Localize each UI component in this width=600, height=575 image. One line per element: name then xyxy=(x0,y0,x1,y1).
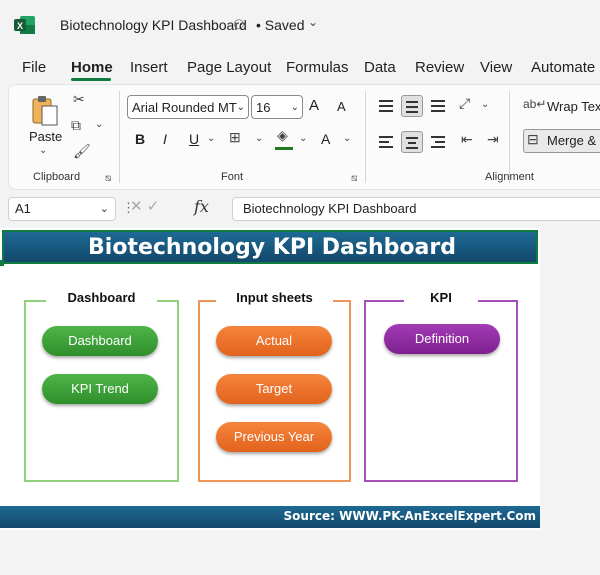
name-box[interactable]: A1 ⌄ xyxy=(8,197,116,221)
chevron-down-icon[interactable]: ⌄ xyxy=(299,133,307,144)
chevron-down-icon[interactable]: ⌄ xyxy=(308,15,318,29)
increase-indent-icon[interactable]: ⇥ xyxy=(487,131,499,148)
chevron-down-icon[interactable]: ⌄ xyxy=(207,133,215,144)
divider xyxy=(119,91,120,183)
fill-color-icon[interactable]: ◈ xyxy=(277,127,288,144)
chevron-down-icon: ⌄ xyxy=(99,203,109,215)
chevron-down-icon[interactable]: ⌄ xyxy=(255,133,263,144)
definition-button[interactable]: Definition xyxy=(384,324,500,354)
fill-color-swatch xyxy=(275,147,293,150)
font-size-value: 16 xyxy=(256,100,271,115)
italic-button[interactable]: I xyxy=(163,131,167,147)
fill-handle[interactable] xyxy=(0,260,4,266)
tab-review[interactable]: Review xyxy=(415,59,464,76)
wrap-text-button[interactable]: Wrap Tex xyxy=(547,99,600,114)
dashboard-title: Biotechnology KPI Dashboard xyxy=(88,235,456,260)
bold-button[interactable]: B xyxy=(135,131,145,147)
panel-input-sheets: Input sheets Actual Target Previous Year xyxy=(198,290,351,482)
increase-font-size-button[interactable]: A xyxy=(309,97,319,114)
underline-button[interactable]: U xyxy=(189,131,199,147)
chevron-down-icon[interactable]: ⌄ xyxy=(343,133,351,144)
merge-center-label: Merge & xyxy=(547,133,597,148)
chevron-down-icon[interactable]: ⌄ xyxy=(95,119,103,130)
tab-formulas[interactable]: Formulas xyxy=(286,59,349,76)
panel-kpi: KPI Definition xyxy=(364,290,518,482)
align-bottom-button[interactable] xyxy=(427,95,449,117)
alignment-group-label: Alignment xyxy=(485,171,534,183)
active-tab-indicator xyxy=(71,78,111,81)
panel-dashboard: Dashboard Dashboard KPI Trend xyxy=(24,290,179,482)
name-box-value: A1 xyxy=(15,201,31,216)
decrease-indent-icon[interactable]: ⇤ xyxy=(461,131,473,148)
chevron-down-icon[interactable]: ⌄ xyxy=(481,99,489,110)
tab-data[interactable]: Data xyxy=(364,59,396,76)
worksheet[interactable]: Biotechnology KPI Dashboard Dashboard Da… xyxy=(0,228,540,530)
chevron-down-icon: ⌄ xyxy=(236,102,245,113)
font-name-value: Arial Rounded MT xyxy=(132,100,237,115)
tab-file[interactable]: File xyxy=(22,59,46,76)
tab-home[interactable]: Home xyxy=(71,59,113,76)
borders-icon[interactable]: ⊞ xyxy=(229,129,241,146)
align-left-button[interactable] xyxy=(375,131,397,153)
source-footer: Source: WWW.PK-AnExcelExpert.Com xyxy=(0,506,540,528)
dialog-launcher-icon[interactable]: ⧅ xyxy=(105,173,111,184)
excel-icon[interactable]: X xyxy=(14,15,36,35)
decrease-font-size-button[interactable]: A xyxy=(337,99,346,114)
align-middle-button[interactable] xyxy=(401,95,423,117)
tab-view[interactable]: View xyxy=(480,59,512,76)
document-title: Biotechnology KPI Dashboard xyxy=(60,17,247,33)
cut-icon[interactable]: ✂ xyxy=(73,91,85,108)
share-people-icon[interactable]: ⚇ xyxy=(233,17,245,33)
paste-label[interactable]: Paste xyxy=(29,129,62,144)
merge-icon: ⊟ xyxy=(527,131,539,147)
dialog-launcher-icon[interactable]: ⧅ xyxy=(351,173,357,184)
source-text: Source: WWW.PK-AnExcelExpert.Com xyxy=(283,509,536,523)
font-name-select[interactable]: Arial Rounded MT ⌄ xyxy=(127,95,249,119)
paste-icon[interactable] xyxy=(31,93,59,127)
wrap-text-icon[interactable]: ab↵ xyxy=(523,97,546,111)
formula-content: Biotechnology KPI Dashboard xyxy=(243,201,417,216)
panel-title: Input sheets xyxy=(236,290,313,305)
format-painter-icon[interactable]: 🖌 xyxy=(73,143,91,160)
target-button[interactable]: Target xyxy=(216,374,332,404)
tab-page-layout[interactable]: Page Layout xyxy=(187,59,271,76)
align-right-button[interactable] xyxy=(427,131,449,153)
panel-title: KPI xyxy=(430,290,452,305)
cancel-confirm-icons[interactable]: ✕ ✓ xyxy=(130,197,159,215)
divider xyxy=(365,91,366,183)
tab-insert[interactable]: Insert xyxy=(130,59,168,76)
dashboard-button[interactable]: Dashboard xyxy=(42,326,158,356)
copy-icon[interactable]: ⧉ xyxy=(71,117,81,134)
insert-function-icon[interactable]: fx xyxy=(194,197,209,216)
chevron-down-icon[interactable]: ⌄ xyxy=(39,145,47,156)
actual-button[interactable]: Actual xyxy=(216,326,332,356)
font-group-label: Font xyxy=(221,171,244,183)
formula-input[interactable]: Biotechnology KPI Dashboard xyxy=(232,197,600,221)
chevron-down-icon: ⌄ xyxy=(290,102,299,113)
formula-bar: A1 ⌄ ⋮ ✕ ✓ fx Biotechnology KPI Dashboar… xyxy=(0,194,600,224)
ribbon: Paste ⌄ ✂ ⧉ ⌄ 🖌 Clipboard ⧅ Arial Rounde… xyxy=(8,84,600,190)
title-bar: X Biotechnology KPI Dashboard ⚇ • Saved … xyxy=(0,0,600,50)
kpi-trend-button[interactable]: KPI Trend xyxy=(42,374,158,404)
tab-automate[interactable]: Automate xyxy=(531,59,595,76)
panel-title: Dashboard xyxy=(67,290,136,305)
align-center-button[interactable] xyxy=(401,131,423,153)
clipboard-group-label: Clipboard xyxy=(33,171,81,183)
font-color-button[interactable]: A xyxy=(321,131,330,147)
dashboard-header: Biotechnology KPI Dashboard xyxy=(2,230,538,264)
previous-year-button[interactable]: Previous Year xyxy=(216,422,332,452)
align-top-button[interactable] xyxy=(375,95,397,117)
divider xyxy=(509,91,510,183)
font-size-select[interactable]: 16 ⌄ xyxy=(251,95,303,119)
svg-text:X: X xyxy=(17,21,23,31)
orientation-icon[interactable]: ⤢ xyxy=(459,95,470,112)
saved-status[interactable]: • Saved xyxy=(256,17,305,33)
